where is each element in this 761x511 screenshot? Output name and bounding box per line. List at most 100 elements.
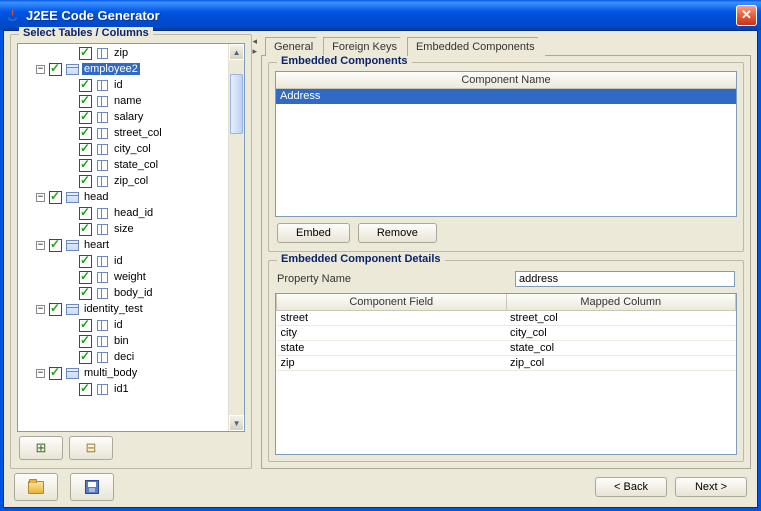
tab-foreign-keys[interactable]: Foreign Keys [323, 37, 408, 56]
column-icon [95, 223, 109, 235]
tree-row[interactable]: id [18, 317, 228, 333]
tree-row[interactable]: salary [18, 109, 228, 125]
tree-checkbox[interactable] [79, 95, 92, 108]
tree-row[interactable]: city_col [18, 141, 228, 157]
tree-row[interactable]: zip_col [18, 173, 228, 189]
tree-row[interactable]: head_id [18, 205, 228, 221]
tree-checkbox[interactable] [79, 143, 92, 156]
tree-label[interactable]: body_id [112, 287, 155, 299]
tree-checkbox[interactable] [79, 111, 92, 124]
tree-label[interactable]: head [82, 191, 110, 203]
tree-checkbox[interactable] [79, 79, 92, 92]
tree-checkbox[interactable] [49, 191, 62, 204]
tree-label[interactable]: identity_test [82, 303, 145, 315]
tree-checkbox[interactable] [79, 335, 92, 348]
embed-button[interactable]: Embed [277, 223, 350, 243]
expand-all-button[interactable]: ⊞ [19, 436, 63, 460]
mapping-row[interactable]: statestate_col [277, 341, 736, 356]
tab-embedded-components[interactable]: Embedded Components [407, 37, 546, 56]
tree-label[interactable]: zip [112, 47, 130, 59]
tree-label[interactable]: multi_body [82, 367, 139, 379]
window-title: J2EE Code Generator [26, 8, 736, 23]
next-button[interactable]: Next > [675, 477, 747, 497]
tree-checkbox[interactable] [79, 271, 92, 284]
tree-checkbox[interactable] [49, 303, 62, 316]
remove-button[interactable]: Remove [358, 223, 437, 243]
splitter[interactable]: ◂ ▸ [252, 34, 261, 469]
tree-label[interactable]: size [112, 223, 136, 235]
tree-checkbox[interactable] [79, 207, 92, 220]
tree-toggle[interactable]: − [36, 305, 45, 314]
tree-toggle[interactable]: − [36, 193, 45, 202]
close-button[interactable]: ✕ [736, 5, 757, 26]
tree-row[interactable]: street_col [18, 125, 228, 141]
tree-label[interactable]: salary [112, 111, 145, 123]
tree-label[interactable]: head_id [112, 207, 155, 219]
tree-label[interactable]: name [112, 95, 144, 107]
tree-row[interactable]: zip [18, 45, 228, 61]
tree-label[interactable]: id [112, 319, 125, 331]
tree-row[interactable]: size [18, 221, 228, 237]
tree-row[interactable]: body_id [18, 285, 228, 301]
tree-label[interactable]: weight [112, 271, 148, 283]
mapping-row[interactable]: zipzip_col [277, 356, 736, 371]
back-button[interactable]: < Back [595, 477, 667, 497]
tree-checkbox[interactable] [79, 175, 92, 188]
tree[interactable]: zip − employee2 id name salary street_col city_… [18, 44, 228, 398]
open-button[interactable] [14, 473, 58, 501]
tree-label[interactable]: deci [112, 351, 136, 363]
tree-checkbox[interactable] [79, 47, 92, 60]
tree-label[interactable]: id [112, 79, 125, 91]
save-button[interactable] [70, 473, 114, 501]
tree-checkbox[interactable] [79, 319, 92, 332]
property-name-input[interactable] [515, 271, 735, 287]
scroll-thumb[interactable] [230, 74, 243, 134]
collapse-all-button[interactable]: ⊟ [69, 436, 113, 460]
tree-row[interactable]: id1 [18, 381, 228, 397]
tree-checkbox[interactable] [49, 63, 62, 76]
tree-toggle[interactable]: − [36, 241, 45, 250]
tree-toggle[interactable]: − [36, 65, 45, 74]
component-row[interactable]: Address [276, 89, 736, 104]
component-table[interactable]: Component Name Address [275, 71, 737, 217]
tree-label[interactable]: street_col [112, 127, 164, 139]
scroll-down-button[interactable]: ▼ [229, 415, 244, 431]
mapping-row[interactable]: streetstreet_col [277, 311, 736, 326]
tree-row[interactable]: id [18, 77, 228, 93]
tree-checkbox[interactable] [79, 223, 92, 236]
tree-checkbox[interactable] [79, 159, 92, 172]
tree-toggle[interactable]: − [36, 369, 45, 378]
tree-label[interactable]: employee2 [82, 63, 140, 75]
tree-row[interactable]: − multi_body [18, 365, 228, 381]
mapping-column-cell: state_col [506, 341, 736, 356]
tree-checkbox[interactable] [79, 383, 92, 396]
tree-row[interactable]: state_col [18, 157, 228, 173]
tree-checkbox[interactable] [49, 239, 62, 252]
tree-row[interactable]: − head [18, 189, 228, 205]
scroll-up-button[interactable]: ▲ [229, 44, 244, 60]
tree-label[interactable]: state_col [112, 159, 160, 171]
tree-row[interactable]: deci [18, 349, 228, 365]
tree-row[interactable]: − identity_test [18, 301, 228, 317]
tree-row[interactable]: id [18, 253, 228, 269]
tree-row[interactable]: name [18, 93, 228, 109]
tree-checkbox[interactable] [79, 127, 92, 140]
tree-checkbox[interactable] [79, 255, 92, 268]
tree-row[interactable]: − heart [18, 237, 228, 253]
mapping-table[interactable]: Component Field Mapped Column streetstre… [275, 293, 737, 455]
tree-checkbox[interactable] [79, 351, 92, 364]
tree-label[interactable]: city_col [112, 143, 153, 155]
tree-scrollbar[interactable]: ▲ ▼ [228, 44, 244, 431]
tree-row[interactable]: bin [18, 333, 228, 349]
tree-row[interactable]: weight [18, 269, 228, 285]
tree-label[interactable]: bin [112, 335, 131, 347]
tab-general[interactable]: General [265, 37, 324, 56]
tree-row[interactable]: − employee2 [18, 61, 228, 77]
tree-label[interactable]: zip_col [112, 175, 150, 187]
tree-checkbox[interactable] [79, 287, 92, 300]
tree-label[interactable]: id [112, 255, 125, 267]
mapping-row[interactable]: citycity_col [277, 326, 736, 341]
tree-label[interactable]: id1 [112, 383, 131, 395]
tree-label[interactable]: heart [82, 239, 111, 251]
tree-checkbox[interactable] [49, 367, 62, 380]
